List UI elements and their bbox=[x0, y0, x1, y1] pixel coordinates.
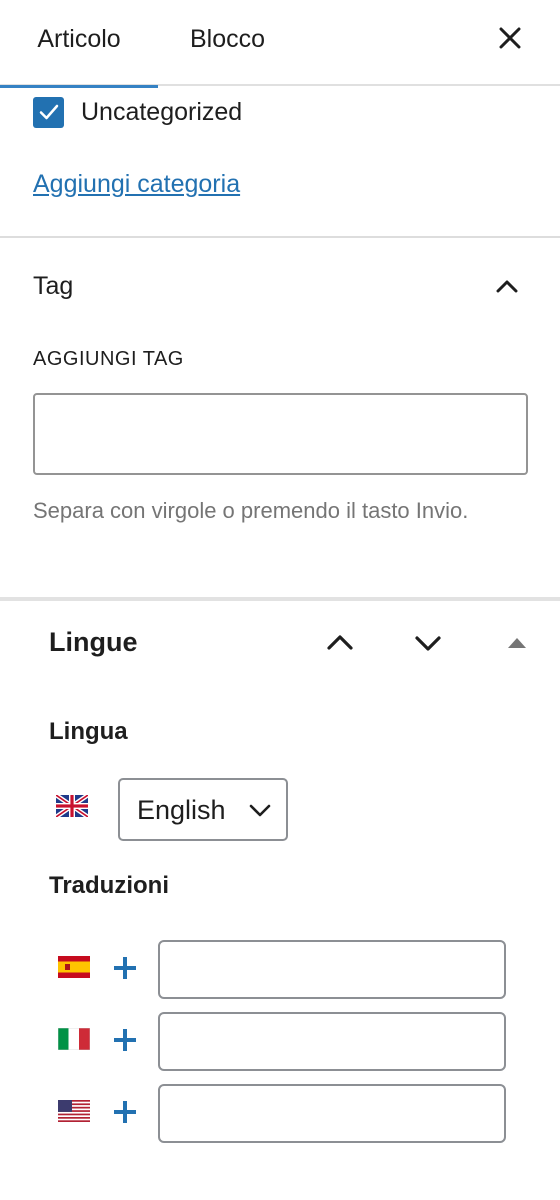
add-translation-spanish-icon[interactable] bbox=[111, 954, 139, 982]
section-divider bbox=[0, 236, 560, 238]
usa-flag-icon bbox=[58, 1100, 90, 1122]
language-label: Lingua bbox=[49, 718, 128, 745]
tags-panel-title: Tag bbox=[33, 272, 74, 300]
spain-flag-icon bbox=[58, 956, 90, 978]
collapse-triangle-icon[interactable] bbox=[505, 626, 529, 660]
sidebar-tabs: Articolo Blocco bbox=[0, 0, 560, 88]
translation-input-spanish[interactable] bbox=[158, 940, 506, 999]
add-tag-label: AGGIUNGI TAG bbox=[33, 348, 184, 370]
move-down-icon[interactable] bbox=[411, 626, 445, 660]
translation-input-us-english[interactable] bbox=[158, 1084, 506, 1143]
add-translation-italian-icon[interactable] bbox=[111, 1026, 139, 1054]
uk-flag-icon bbox=[56, 795, 88, 817]
checkmark-icon bbox=[39, 104, 58, 120]
category-label: Uncategorized bbox=[81, 97, 243, 126]
languages-panel-title: Lingue bbox=[49, 627, 138, 657]
section-divider bbox=[0, 597, 560, 601]
chevron-up-icon[interactable] bbox=[492, 272, 522, 302]
add-category-link[interactable]: Aggiungi categoria bbox=[33, 170, 240, 199]
tab-blocco[interactable]: Blocco bbox=[190, 0, 265, 86]
translations-label: Traduzioni bbox=[49, 872, 169, 899]
language-select[interactable]: English bbox=[118, 778, 288, 841]
category-item-uncategorized: Uncategorized bbox=[33, 96, 242, 128]
tab-articolo[interactable]: Articolo bbox=[0, 0, 158, 88]
translation-input-italian[interactable] bbox=[158, 1012, 506, 1071]
language-select-value: English bbox=[137, 795, 226, 825]
close-icon[interactable] bbox=[496, 24, 524, 52]
chevron-down-icon bbox=[249, 804, 271, 817]
category-checkbox[interactable] bbox=[33, 96, 64, 128]
add-tag-input[interactable] bbox=[33, 393, 528, 475]
italy-flag-icon bbox=[58, 1028, 90, 1050]
move-up-icon[interactable] bbox=[323, 626, 357, 660]
add-translation-us-english-icon[interactable] bbox=[111, 1098, 139, 1126]
tag-help-text: Separa con virgole o premendo il tasto I… bbox=[33, 498, 469, 523]
